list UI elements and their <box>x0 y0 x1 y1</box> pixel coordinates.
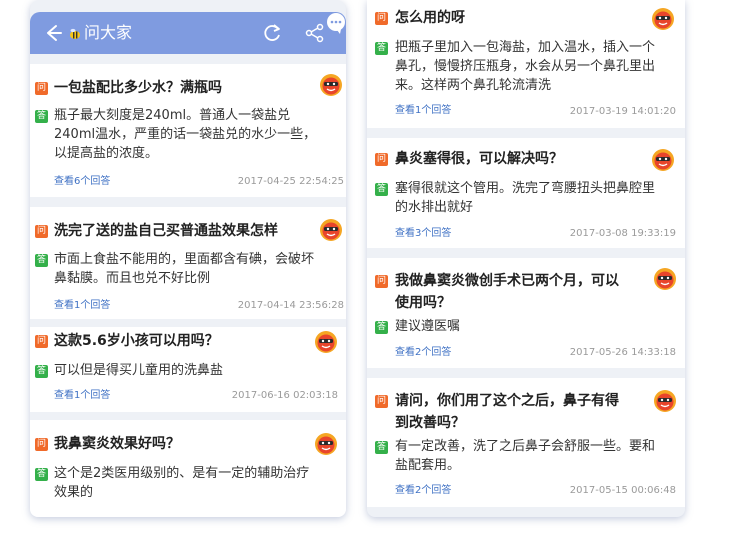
question-text: 洗完了送的盐自己买普通盐效果怎样 <box>54 223 278 239</box>
answer-text: 市面上食盐不能用的，里面都含有碘，会破坏 鼻黏膜。而且也兑不好比例 <box>54 252 315 286</box>
answer-text: 可以但是得买儿童用的洗鼻盐 <box>54 363 224 378</box>
question-text: 鼻炎塞得很，可以解决吗？ <box>395 151 563 167</box>
answer-text: 有一定改善，洗了之后鼻子会舒服一些。要和 盐配套用。 <box>395 439 656 473</box>
post-date: 2017-06-16 02:03:18 <box>231 390 338 401</box>
right-screen: 问 怎么用的呀 答 把瓶子里加入一包海盐，加入温水，插入一个 鼻孔，慢慢挤压瓶身… <box>367 0 685 517</box>
answer-text: 建议遵医嘱 <box>395 319 461 334</box>
post-date: 2017-05-26 14:33:18 <box>569 347 676 358</box>
answer-badge: 答 <box>375 321 388 334</box>
view-answers-link[interactable]: 查看6个回答 <box>54 175 110 189</box>
answer-text: 这个是2类医用级别的、是有一定的辅助治疗 效果的 <box>54 466 310 500</box>
question-text: 请问，你们用了这个之后，鼻子有得 到改善吗？ <box>395 393 619 431</box>
qa-card[interactable]: 问 我做鼻窦炎微创手术已两个月，可以 使用吗？ 答 建议遵医嘱 查看2个回答 2… <box>367 258 685 368</box>
question-badge: 问 <box>35 82 48 95</box>
view-answers-link[interactable]: 查看1个回答 <box>54 389 110 403</box>
answer-badge: 答 <box>35 365 48 378</box>
answer-badge: 答 <box>35 468 48 481</box>
answer-badge: 答 <box>35 254 48 267</box>
share-icon[interactable] <box>304 22 326 44</box>
user-avatar-icon <box>314 432 338 456</box>
question-badge: 问 <box>35 438 48 451</box>
question-badge: 问 <box>35 225 48 238</box>
answer-badge: 答 <box>375 42 388 55</box>
post-date: 2017-03-08 19:33:19 <box>569 228 676 239</box>
app-header: 问大家 <box>30 12 346 54</box>
page-title: 问大家 <box>84 23 133 42</box>
view-answers-link[interactable]: 查看2个回答 <box>395 346 451 360</box>
view-answers-link[interactable]: 查看2个回答 <box>395 484 451 498</box>
question-badge: 问 <box>375 275 388 288</box>
qa-card[interactable]: 问 请问，你们用了这个之后，鼻子有得 到改善吗？ 答 有一定改善，洗了之后鼻子会… <box>367 378 685 507</box>
qa-card[interactable]: 问 我鼻窦炎效果好吗？ 答 这个是2类医用级别的、是有一定的辅助治疗 效果的 <box>30 420 346 517</box>
user-avatar-icon <box>314 330 338 354</box>
answer-text: 把瓶子里加入一包海盐，加入温水，插入一个 鼻孔，慢慢挤压瓶身，水会从另一个鼻孔里… <box>395 40 656 93</box>
qa-card[interactable]: 问 洗完了送的盐自己买普通盐效果怎样 答 市面上食盐不能用的，里面都含有碘，会破… <box>30 207 346 319</box>
question-badge: 问 <box>375 395 388 408</box>
post-date: 2017-04-14 23:56:28 <box>237 300 344 311</box>
answer-badge: 答 <box>375 441 388 454</box>
question-text: 一包盐配比多少水？满瓶吗 <box>54 80 222 96</box>
user-avatar-icon <box>651 7 675 31</box>
post-date: 2017-03-19 14:01:20 <box>569 106 676 117</box>
question-badge: 问 <box>375 12 388 25</box>
answer-text: 塞得很就这个管用。洗完了弯腰扭头把鼻腔里 的水排出就好 <box>395 181 656 215</box>
question-text: 这款5.6岁小孩可以用吗？ <box>54 333 219 349</box>
refresh-icon[interactable] <box>261 22 283 44</box>
post-date: 2017-05-15 00:06:48 <box>569 485 676 496</box>
user-avatar-icon <box>319 73 343 97</box>
question-text: 我做鼻窦炎微创手术已两个月，可以 使用吗？ <box>395 273 619 311</box>
view-answers-link[interactable]: 查看3个回答 <box>395 227 451 241</box>
qa-card[interactable]: 问 一包盐配比多少水？满瓶吗 答 瓶子最大刻度是240ml。普通人一袋盐兑 24… <box>30 64 346 197</box>
left-screen: 问大家 问 一包盐配比多少水？满瓶吗 答 瓶子最大刻度是240ml。普通人一袋盐… <box>30 0 346 517</box>
user-avatar-icon <box>653 389 677 413</box>
qa-card[interactable]: 问 这款5.6岁小孩可以用吗？ 答 可以但是得买儿童用的洗鼻盐 查看1个回答 2… <box>30 327 346 412</box>
question-text: 我鼻窦炎效果好吗？ <box>54 436 180 452</box>
view-answers-link[interactable]: 查看1个回答 <box>395 104 451 118</box>
question-badge: 问 <box>35 335 48 348</box>
qa-card[interactable]: 问 鼻炎塞得很，可以解决吗？ 答 塞得很就这个管用。洗完了弯腰扭头把鼻腔里 的水… <box>367 138 685 248</box>
question-text: 怎么用的呀 <box>395 10 465 26</box>
bee-icon <box>70 28 80 39</box>
user-avatar-icon <box>653 267 677 291</box>
qa-card[interactable]: 问 怎么用的呀 答 把瓶子里加入一包海盐，加入温水，插入一个 鼻孔，慢慢挤压瓶身… <box>367 0 685 128</box>
question-badge: 问 <box>375 153 388 166</box>
answer-badge: 答 <box>375 183 388 196</box>
user-avatar-icon <box>651 148 675 172</box>
more-bubble-icon[interactable] <box>325 12 346 34</box>
answer-text: 瓶子最大刻度是240ml。普通人一袋盐兑 240ml温水，严重的话一袋盐兑的水少… <box>54 108 317 161</box>
view-answers-link[interactable]: 查看1个回答 <box>54 299 110 313</box>
user-avatar-icon <box>319 218 343 242</box>
back-arrow-icon[interactable] <box>42 22 64 44</box>
post-date: 2017-04-25 22:54:25 <box>237 176 344 187</box>
answer-badge: 答 <box>35 110 48 123</box>
